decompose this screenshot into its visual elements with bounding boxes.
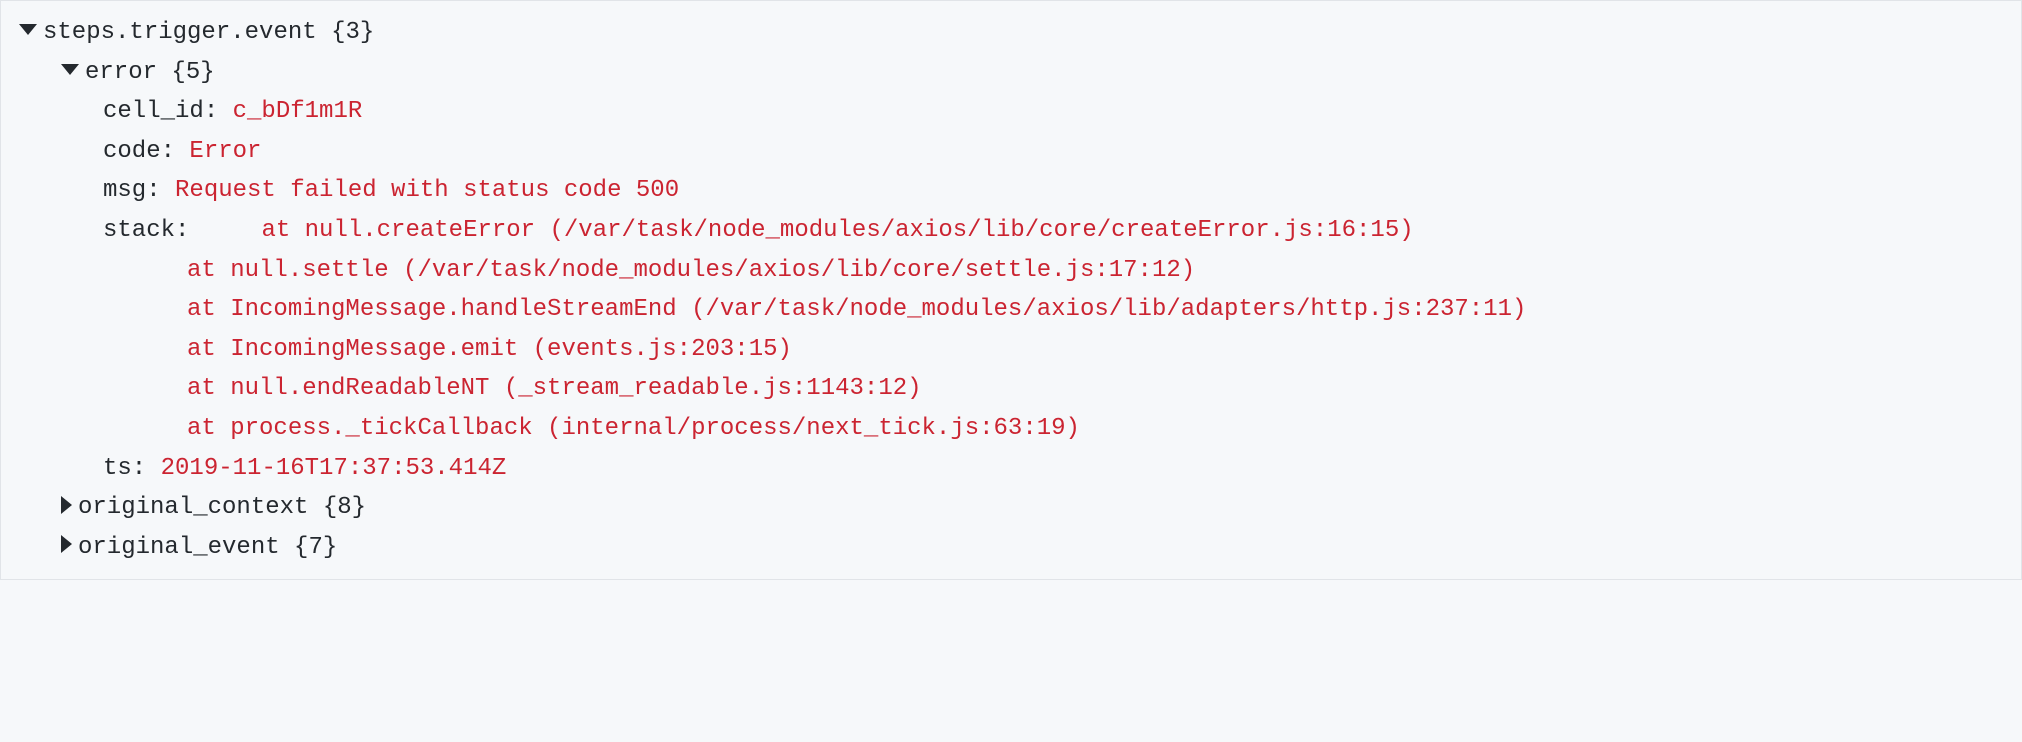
stack-line-2: at IncomingMessage.handleStreamEnd (/var… [187,296,1526,323]
stack-line-row: at IncomingMessage.handleStreamEnd (/var… [19,290,2003,330]
ts-value: 2019-11-16T17:37:53.414Z [161,455,507,482]
original-context-key: original_context [78,494,308,521]
chevron-right-icon[interactable] [61,535,72,553]
root-count: {3} [331,19,374,46]
msg-key: msg: [103,177,161,204]
stack-line-row: at process._tickCallback (internal/proce… [19,409,2003,449]
error-msg-row: msg: Request failed with status code 500 [19,171,2003,211]
stack-line-row: at null.settle (/var/task/node_modules/a… [19,251,2003,291]
stack-key: stack: [103,211,189,251]
cell-id-key: cell_id: [103,98,218,125]
code-key: code: [103,138,175,165]
chevron-down-icon[interactable] [19,24,37,35]
original-event-count: {7} [294,534,337,561]
original-event-key: original_event [78,534,280,561]
error-count: {5} [171,59,214,86]
chevron-down-icon[interactable] [61,64,79,75]
error-stack-row: stack: at null.createError (/var/task/no… [19,211,2003,251]
chevron-right-icon[interactable] [61,496,72,514]
tree-original-event-node[interactable]: original_event {7} [19,528,2003,568]
stack-line-1: at null.settle (/var/task/node_modules/a… [187,257,1195,284]
ts-key: ts: [103,455,146,482]
tree-original-context-node[interactable]: original_context {8} [19,488,2003,528]
stack-line-0: at null.createError (/var/task/node_modu… [204,211,1414,251]
error-ts-row: ts: 2019-11-16T17:37:53.414Z [19,449,2003,489]
stack-line-5: at process._tickCallback (internal/proce… [187,415,1080,442]
error-key: error [85,59,157,86]
original-context-count: {8} [323,494,366,521]
stack-line-row: at IncomingMessage.emit (events.js:203:1… [19,330,2003,370]
msg-value: Request failed with status code 500 [175,177,679,204]
stack-line-4: at null.endReadableNT (_stream_readable.… [187,375,922,402]
cell-id-value: c_bDf1m1R [233,98,363,125]
root-key: steps.trigger.event [43,19,317,46]
tree-root-node[interactable]: steps.trigger.event {3} [19,13,2003,53]
stack-line-3: at IncomingMessage.emit (events.js:203:1… [187,336,792,363]
error-code-row: code: Error [19,132,2003,172]
stack-line-row: at null.endReadableNT (_stream_readable.… [19,369,2003,409]
error-cell-id-row: cell_id: c_bDf1m1R [19,92,2003,132]
tree-error-node[interactable]: error {5} [19,53,2003,93]
code-value: Error [189,138,261,165]
